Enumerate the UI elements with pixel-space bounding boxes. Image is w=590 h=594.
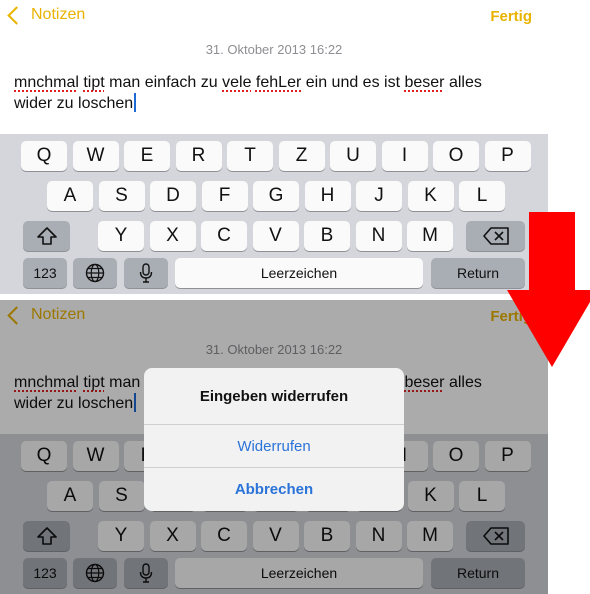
- key-label: G: [268, 185, 284, 206]
- misspelled-word: tipt: [83, 74, 105, 91]
- key-label: J: [374, 185, 384, 206]
- key-o[interactable]: O: [433, 141, 479, 171]
- key-label: K: [424, 185, 437, 206]
- delete-icon: [482, 227, 509, 245]
- note-word: man einfach zu: [104, 74, 223, 91]
- undo-alert: Eingeben widerrufen Widerrufen Abbrechen: [144, 368, 404, 511]
- key-n[interactable]: N: [355, 221, 402, 251]
- back-label: Notizen: [31, 6, 86, 23]
- key-t[interactable]: T: [227, 141, 273, 171]
- key-d[interactable]: D: [150, 181, 196, 211]
- key-h[interactable]: H: [304, 181, 351, 211]
- misspelled-word: mnchmal: [14, 74, 79, 91]
- key-label: B: [320, 225, 334, 246]
- dictation-key[interactable]: [124, 258, 168, 288]
- key-x[interactable]: X: [149, 221, 196, 251]
- key-label: C: [217, 225, 231, 246]
- undo-button[interactable]: Widerrufen: [144, 424, 404, 468]
- key-label: I: [401, 145, 408, 166]
- key-label: H: [320, 185, 335, 206]
- key-label: Leerzeichen: [260, 265, 338, 281]
- note-line: mnchmal tipt man einfach zu vele fehLer …: [14, 72, 530, 93]
- key-a[interactable]: A: [47, 181, 93, 211]
- misspelled-word: vele: [222, 74, 252, 91]
- notes-screen-before: Notizen Fertig 31. Oktober 2013 16:22 mn…: [0, 0, 548, 294]
- key-p[interactable]: P: [484, 141, 531, 171]
- back-button[interactable]: Notizen: [7, 6, 86, 25]
- microphone-icon: [139, 263, 153, 283]
- key-label: O: [448, 145, 464, 166]
- key-j[interactable]: J: [356, 181, 402, 211]
- key-label: Y: [114, 225, 128, 246]
- globe-icon: [85, 263, 105, 283]
- key-c[interactable]: C: [201, 221, 247, 251]
- key-label: Q: [36, 145, 52, 166]
- notes-screen-after: Notizen Fertig 31. Oktober 2013 16:22 mn…: [0, 300, 548, 594]
- key-label: E: [140, 145, 154, 166]
- key-w[interactable]: W: [72, 141, 119, 171]
- key-l[interactable]: L: [459, 181, 505, 211]
- done-button[interactable]: Fertig: [490, 8, 532, 25]
- key-i[interactable]: I: [381, 141, 428, 171]
- key-g[interactable]: G: [253, 181, 299, 211]
- key-v[interactable]: V: [252, 221, 299, 251]
- space-key[interactable]: Leerzeichen: [175, 258, 423, 288]
- key-r[interactable]: R: [175, 141, 222, 171]
- key-label: Return: [456, 265, 500, 281]
- key-z[interactable]: Z: [278, 141, 325, 171]
- note-word: zu: [52, 95, 79, 112]
- key-label: U: [346, 145, 360, 166]
- key-label: F: [218, 185, 231, 206]
- numbers-key[interactable]: 123: [23, 258, 67, 288]
- note-line: wider zu loschen: [14, 93, 530, 114]
- shift-key[interactable]: [23, 221, 70, 251]
- key-label: W: [86, 145, 105, 166]
- keyboard: Q W E R T Z U I O P A S D F G H J K L Y X C V B N M 123 Leerzeichen…: [0, 134, 548, 294]
- key-label: 123: [33, 265, 57, 281]
- key-label: Z: [295, 145, 308, 166]
- key-label: P: [501, 145, 514, 166]
- text-cursor: [134, 93, 137, 112]
- globe-key[interactable]: [73, 258, 117, 288]
- key-b[interactable]: B: [304, 221, 350, 251]
- note-word: alles: [444, 74, 482, 91]
- key-u[interactable]: U: [330, 141, 376, 171]
- chevron-left-icon: [7, 6, 26, 25]
- note-word: loschen: [78, 95, 134, 112]
- cancel-button[interactable]: Abbrechen: [144, 467, 404, 511]
- key-label: N: [371, 225, 386, 246]
- key-k[interactable]: K: [407, 181, 454, 211]
- key-f[interactable]: F: [201, 181, 248, 211]
- down-arrow-icon: [507, 212, 590, 367]
- key-label: T: [244, 145, 256, 166]
- note-date: 31. Oktober 2013 16:22: [205, 42, 343, 57]
- key-q[interactable]: Q: [21, 141, 67, 171]
- key-label: A: [63, 185, 77, 206]
- shift-icon: [36, 227, 57, 245]
- key-label: S: [115, 185, 128, 206]
- alert-title: Eingeben widerrufen: [199, 387, 349, 405]
- key-e[interactable]: E: [124, 141, 170, 171]
- misspelled-word: beser: [404, 74, 445, 91]
- key-s[interactable]: S: [98, 181, 145, 211]
- key-label: L: [476, 185, 488, 206]
- note-word: wider: [14, 95, 53, 112]
- navigation-bar: Notizen Fertig: [0, 0, 548, 34]
- key-m[interactable]: M: [407, 221, 453, 251]
- key-label: V: [269, 225, 282, 246]
- key-label: D: [166, 185, 180, 206]
- key-y[interactable]: Y: [98, 221, 144, 251]
- note-word: ein und es ist: [301, 74, 405, 91]
- key-label: X: [166, 225, 179, 246]
- key-label: M: [422, 225, 438, 246]
- key-label: R: [191, 145, 206, 166]
- misspelled-word: fehLer: [255, 74, 302, 91]
- note-text[interactable]: mnchmal tipt man einfach zu vele fehLer …: [14, 72, 530, 114]
